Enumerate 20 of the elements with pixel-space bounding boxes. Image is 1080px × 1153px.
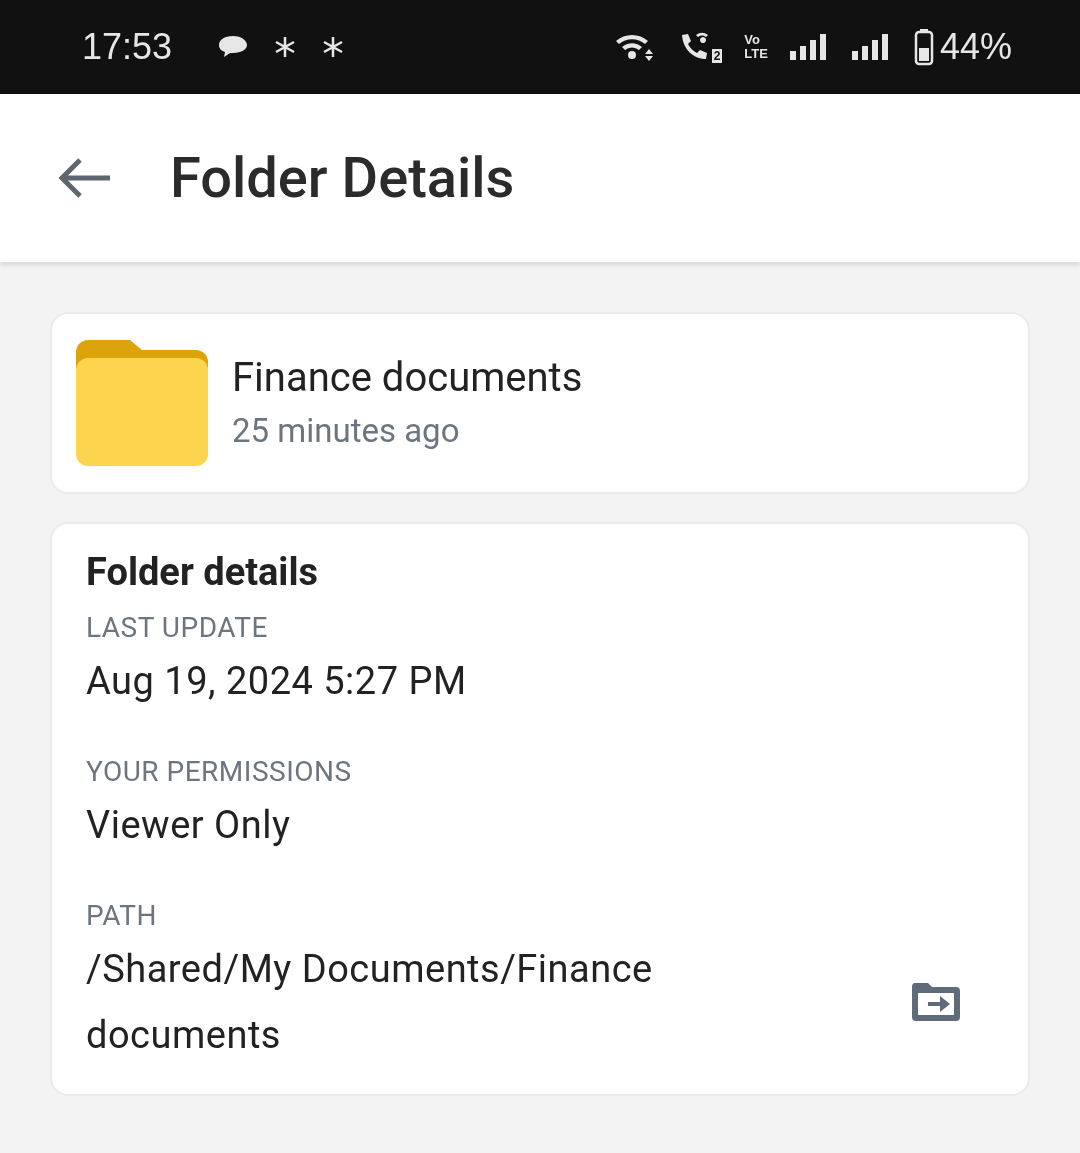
back-button[interactable] [56,156,112,200]
folder-name: Finance documents [232,353,583,403]
clock: 17:53 [82,26,173,68]
battery-icon [913,28,934,66]
open-folder-button[interactable] [910,981,962,1023]
sim-badge: 2 [711,49,723,63]
folder-arrow-icon [910,981,962,1023]
folder-icon [76,340,208,466]
field-label: YOUR PERMISSIONS [86,754,353,790]
field-label: PATH [86,898,158,934]
volte-label: Vo LTE [744,33,768,61]
back-arrow-icon [56,156,112,200]
field-value: /Shared/My Documents/Finance documents [86,946,654,1059]
battery-percent: 44% [939,26,1012,68]
section-heading: Folder details [86,550,319,594]
field-label: LAST UPDATE [86,610,269,646]
screen-title: Folder Details [170,145,515,211]
modified-time: 25 minutes ago [232,410,461,452]
field-value: Aug 19, 2024 5:27 PM [86,658,468,705]
field-value: Viewer Only [86,802,292,849]
